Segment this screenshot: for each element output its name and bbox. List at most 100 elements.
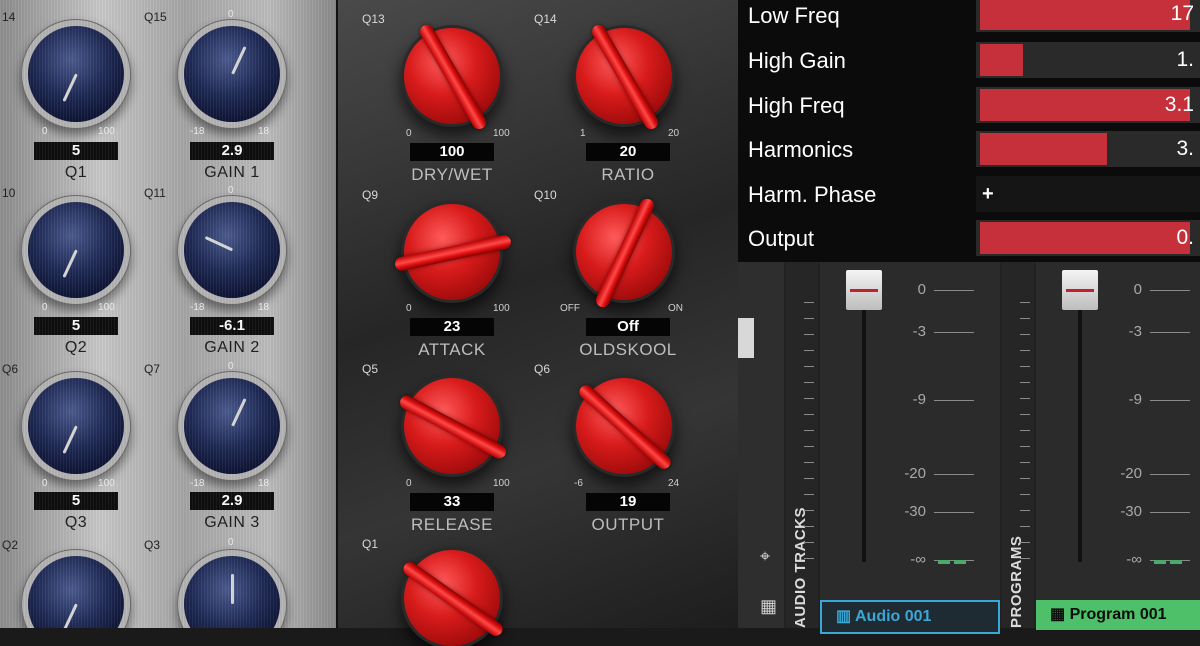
q-label: Q9	[362, 188, 379, 202]
param-slider[interactable]: 1.	[976, 42, 1200, 78]
minor-tick	[1020, 526, 1030, 527]
scale-min: 0	[406, 128, 412, 139]
fader-track	[862, 292, 866, 562]
param-value: 17	[1170, 2, 1194, 25]
db-line	[934, 474, 974, 475]
q-label: 14	[2, 10, 16, 24]
param-name: Output	[748, 226, 815, 251]
attack-value: 23	[410, 318, 494, 336]
dry-wet-knob[interactable]	[404, 22, 500, 132]
minor-tick	[1020, 350, 1030, 351]
gain1-value: 2.9	[190, 142, 274, 160]
meter-led	[1170, 560, 1182, 564]
knob-pointer	[62, 425, 78, 454]
param-slider[interactable]: 3.1	[976, 87, 1200, 123]
audio-track-button[interactable]: ▥ Audio 001	[820, 600, 1000, 634]
db-label: -9	[1128, 391, 1142, 408]
grid-icon: ▦	[1050, 606, 1066, 623]
scale-min: 0	[406, 478, 412, 489]
link-icon[interactable]: ⌖	[760, 546, 770, 567]
db-label: -∞	[1126, 551, 1142, 568]
param-slider[interactable]: 3.	[976, 131, 1200, 167]
minor-tick	[804, 414, 814, 415]
audio-fader[interactable]	[846, 270, 882, 310]
meter-led	[954, 560, 966, 564]
minor-tick	[804, 366, 814, 367]
db-line	[934, 400, 974, 401]
minor-tick	[1020, 510, 1030, 511]
q-label: Q6	[2, 362, 19, 376]
program-name: Program 001	[1069, 606, 1167, 623]
program-button[interactable]: ▦ Program 001	[1036, 600, 1200, 630]
q3-knob[interactable]	[28, 378, 124, 474]
gain2-knob[interactable]	[184, 202, 280, 298]
fader-track	[1078, 292, 1082, 562]
knob-pointer	[417, 22, 489, 132]
param-row-harmonics[interactable]: Harmonics 3.	[738, 129, 1200, 173]
knob-pointer	[397, 393, 509, 461]
scale-max: ON	[668, 303, 683, 314]
minor-tick	[804, 350, 814, 351]
minor-tick	[1020, 494, 1030, 495]
param-toggle[interactable]: +	[976, 176, 1200, 212]
oldskool-knob[interactable]	[576, 196, 672, 310]
gain1-label: GAIN 1	[204, 164, 260, 181]
param-row-high-freq[interactable]: High Freq 3.1	[738, 85, 1200, 129]
ratio-value: 20	[586, 143, 670, 161]
minor-tick	[1020, 414, 1030, 415]
param-row-low-freq[interactable]: Low Freq 17	[738, 0, 1200, 44]
q-label: Q13	[362, 12, 385, 26]
gain4-knob[interactable]	[184, 556, 280, 628]
program-fader[interactable]	[1062, 270, 1098, 310]
scale-min: 0	[42, 302, 48, 313]
param-name: Harmonics	[748, 137, 854, 162]
minor-tick	[1020, 382, 1030, 383]
q4-knob[interactable]	[28, 556, 124, 628]
knob-pointer	[593, 196, 657, 310]
minor-tick	[804, 302, 814, 303]
q3-value: 5	[34, 492, 118, 510]
q-label: Q1	[362, 537, 379, 551]
param-value: +	[982, 183, 994, 205]
gain2-value: -6.1	[190, 317, 274, 335]
gain2-label: GAIN 2	[204, 339, 260, 356]
oldskool-value: Off	[586, 318, 670, 336]
param-row-harm-phase[interactable]: Harm. Phase +	[738, 174, 1200, 218]
param-slider[interactable]: 17	[976, 0, 1200, 32]
minor-tick	[1020, 478, 1030, 479]
q-label: Q11	[144, 186, 166, 200]
attack-knob[interactable]	[393, 204, 513, 300]
gain3-knob[interactable]	[184, 378, 280, 474]
minor-tick	[1020, 318, 1030, 319]
dry-wet-value: 100	[410, 143, 494, 161]
release-knob[interactable]	[397, 378, 509, 474]
ratio-knob[interactable]	[576, 22, 672, 132]
q2-knob[interactable]	[28, 202, 124, 298]
param-row-high-gain[interactable]: High Gain 1.	[738, 40, 1200, 84]
grid-icon[interactable]: ▦	[760, 596, 777, 617]
output-knob[interactable]	[576, 378, 674, 474]
q1-value: 5	[34, 142, 118, 160]
scroll-handle[interactable]	[738, 318, 754, 358]
param-value: 0.	[1176, 226, 1194, 249]
minor-tick	[1020, 558, 1030, 559]
q-label: Q10	[534, 188, 557, 202]
q-label: Q15	[144, 10, 167, 24]
q2-value: 5	[34, 317, 118, 335]
attack-label: ATTACK	[418, 340, 486, 359]
scale-min: -6	[574, 478, 583, 489]
gain1-knob[interactable]	[184, 26, 280, 122]
q-label: Q14	[534, 12, 557, 26]
param-row-output[interactable]: Output 0.	[738, 218, 1200, 262]
q1-red-knob[interactable]	[400, 550, 506, 646]
scale-min: 0	[42, 478, 48, 489]
minor-tick	[804, 430, 814, 431]
release-label: RELEASE	[411, 515, 493, 534]
compressor-panel: Q13 0 100 100 DRY/WET Q14 1 20 20 RATIO …	[336, 0, 738, 646]
meter-led	[938, 560, 950, 564]
q1-knob[interactable]	[28, 26, 124, 122]
minor-tick	[1020, 334, 1030, 335]
param-name: High Gain	[748, 48, 846, 73]
param-slider[interactable]: 0.	[976, 220, 1200, 256]
output-label: OUTPUT	[591, 515, 665, 534]
